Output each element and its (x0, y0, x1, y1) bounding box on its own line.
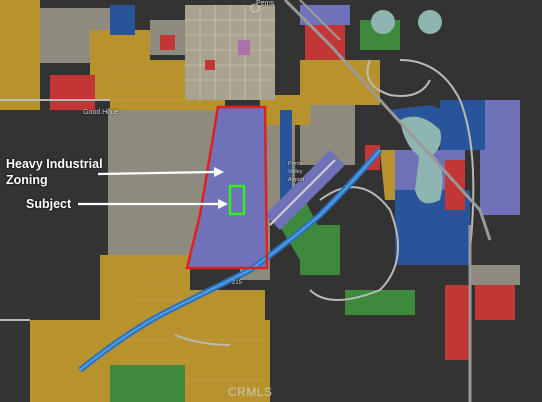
place-label-airport: Perris Valley Airport (288, 161, 305, 183)
watermark: CRMLS (228, 385, 273, 399)
freeway-shield-215: 215 (232, 280, 243, 286)
heavy-industrial-label: Heavy Industrial Zoning (6, 157, 103, 187)
place-label-perris: Perris (256, 0, 275, 7)
zoning-map: Perris Good Hope Perris Valley Airport 2… (0, 0, 542, 402)
subject-label: Subject (26, 197, 72, 211)
map-canvas (0, 0, 542, 402)
perris-downtown (185, 5, 275, 100)
place-label-good-hope: Good Hope (83, 109, 119, 116)
